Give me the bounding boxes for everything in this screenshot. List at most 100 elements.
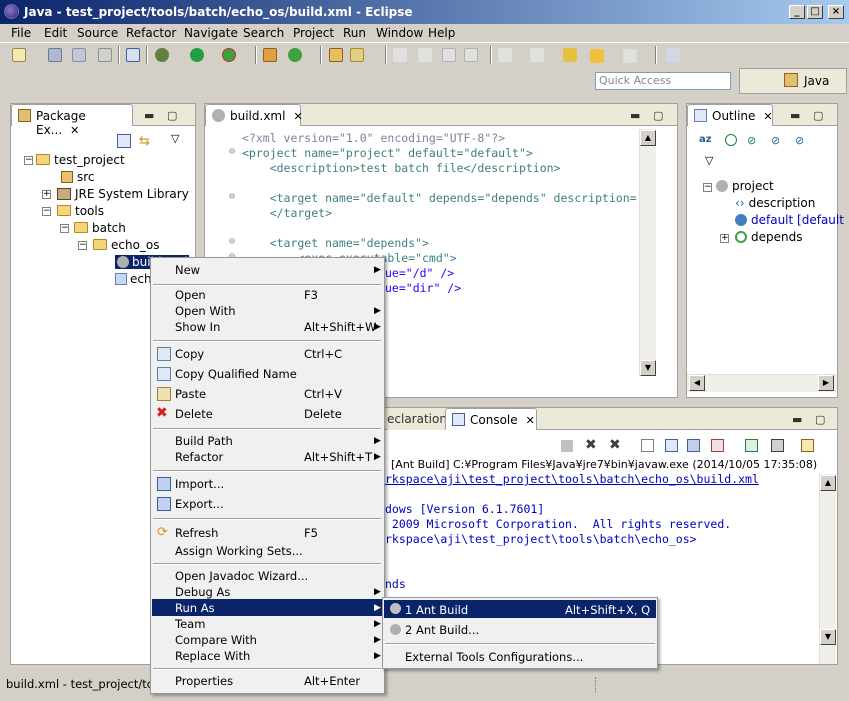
link-with-editor-icon[interactable]: ⇆ [139, 134, 150, 149]
last-edit-location-icon[interactable] [563, 48, 577, 62]
minimize-button[interactable]: _ [789, 5, 805, 19]
tree-item-batch[interactable]: batch [74, 221, 126, 235]
menu-source[interactable]: Source [77, 26, 118, 40]
close-icon[interactable]: ✕ [763, 110, 772, 123]
pin-console-icon[interactable] [745, 439, 758, 452]
new-java-class-icon[interactable] [288, 48, 302, 62]
outline-hscrollbar[interactable] [687, 374, 837, 392]
expander[interactable]: − [78, 241, 87, 250]
menu-run[interactable]: Run [343, 26, 366, 40]
editor-scrollbar[interactable] [639, 129, 656, 376]
word-wrap-icon[interactable] [464, 48, 478, 62]
run-icon[interactable] [190, 48, 204, 62]
view-menu-icon[interactable]: ▽ [171, 132, 179, 145]
scroll-up[interactable]: ▲ [640, 130, 656, 146]
next-annotation-icon[interactable] [498, 48, 512, 62]
minimize-icon[interactable]: ▬ [144, 109, 154, 122]
tree-item-echo-os[interactable]: echo_os [93, 238, 160, 252]
skip-breakpoints-icon[interactable] [126, 48, 140, 62]
code-line[interactable]: ue="/d" /> [385, 266, 454, 280]
code-line[interactable]: </target> [242, 206, 332, 220]
menu-refactor[interactable]: Refactor [126, 26, 176, 40]
expander[interactable]: − [703, 183, 712, 192]
minimize-icon[interactable]: ▬ [790, 109, 800, 122]
tab-build-xml[interactable]: build.xml ✕ [205, 104, 303, 126]
quick-access-input[interactable]: Quick Access [595, 72, 731, 90]
debug-icon[interactable] [155, 48, 169, 62]
hide-local-types-icon[interactable]: ⊘ [795, 134, 804, 147]
search-icon[interactable] [350, 48, 364, 62]
show-on-error-icon[interactable] [711, 439, 724, 452]
save-icon[interactable] [48, 48, 62, 62]
hide-static-icon[interactable]: ⊘ [747, 134, 756, 147]
outline-item-depends[interactable]: depends [735, 230, 802, 244]
expander[interactable]: + [42, 190, 51, 199]
show-on-output-icon[interactable] [687, 439, 700, 452]
tab-package-explorer[interactable]: Package Ex... ✕ [11, 104, 133, 137]
tree-item-jre-library[interactable]: JRE System Library [57, 187, 189, 201]
tab-console[interactable]: Console ✕ [445, 408, 537, 430]
menu-project[interactable]: Project [293, 26, 334, 40]
back-icon[interactable] [590, 49, 604, 63]
menu-window[interactable]: Window [376, 26, 423, 40]
tree-item-tools[interactable]: tools [57, 204, 104, 218]
display-console-icon[interactable] [771, 439, 784, 452]
remove-launch-icon[interactable]: ✖ [585, 437, 597, 453]
collapse-all-icon[interactable] [117, 134, 131, 148]
maximize-button[interactable]: □ [807, 5, 823, 19]
toggle-block-selection-icon[interactable] [418, 48, 432, 62]
close-button[interactable]: × [828, 5, 844, 19]
expander[interactable]: − [24, 156, 33, 165]
external-tools-icon[interactable] [222, 48, 236, 62]
code-line[interactable]: <description>test batch file</descriptio… [242, 161, 561, 175]
show-whitespace-icon[interactable] [442, 48, 456, 62]
outline-item-description[interactable]: ‹› description [735, 196, 815, 210]
code-line[interactable]: <target name="depends"> [242, 236, 429, 250]
clear-console-icon[interactable] [641, 439, 654, 452]
hide-fields-icon[interactable] [725, 134, 737, 146]
forward-icon[interactable] [623, 49, 637, 63]
code-line[interactable]: ue="dir" /> [385, 281, 461, 295]
menu-file[interactable]: File [11, 26, 31, 40]
sort-icon[interactable]: az [699, 134, 712, 145]
view-menu-icon[interactable]: ▽ [705, 154, 713, 167]
java-perspective-button[interactable]: Java [739, 68, 847, 94]
expander[interactable]: − [60, 224, 69, 233]
previous-annotation-icon[interactable] [530, 48, 544, 62]
open-type-icon[interactable] [329, 48, 343, 62]
scroll-down[interactable]: ▼ [820, 629, 836, 645]
tree-item-src[interactable]: src [61, 170, 95, 184]
tab-outline[interactable]: Outline ✕ [687, 104, 773, 126]
code-line[interactable]: <target name="default" depends="depends"… [242, 191, 638, 205]
scroll-up[interactable]: ▲ [820, 475, 836, 491]
close-icon[interactable]: ✕ [70, 124, 79, 137]
fold-icon[interactable]: ⊖ [229, 236, 235, 247]
maximize-icon[interactable]: ▢ [653, 109, 663, 122]
new-icon[interactable] [12, 48, 26, 62]
expander[interactable]: − [42, 207, 51, 216]
minimize-icon[interactable]: ▬ [630, 109, 640, 122]
code-line[interactable]: <?xml version="1.0" encoding="UTF-8"?> [242, 131, 505, 145]
tree-item-test-project[interactable]: test_project [36, 153, 125, 167]
maximize-icon[interactable]: ▢ [815, 413, 825, 426]
menu-edit[interactable]: Edit [44, 26, 67, 40]
hide-non-public-icon[interactable]: ⊘ [771, 134, 780, 147]
terminate-icon[interactable] [561, 440, 573, 452]
menu-search[interactable]: Search [243, 26, 284, 40]
remove-all-icon[interactable]: ✖ [609, 437, 621, 453]
code-line[interactable]: <project name="project" default="default… [242, 146, 533, 160]
fold-icon[interactable]: ⊖ [229, 146, 235, 157]
maximize-icon[interactable]: ▢ [167, 109, 177, 122]
console-line[interactable]: rkspace\aji\test_project\tools\batch\ech… [385, 472, 759, 486]
scroll-right[interactable]: ▶ [818, 375, 834, 391]
close-icon[interactable]: ✕ [526, 414, 535, 427]
menu-navigate[interactable]: Navigate [184, 26, 238, 40]
new-java-package-icon[interactable] [263, 48, 277, 62]
scroll-left[interactable]: ◀ [689, 375, 705, 391]
toggle-mark-occurrences-icon[interactable] [393, 48, 407, 62]
save-all-icon[interactable] [72, 48, 86, 62]
expander[interactable]: + [720, 234, 729, 243]
fold-icon[interactable]: ⊖ [229, 191, 235, 202]
outline-item-project[interactable]: project [716, 179, 774, 193]
maximize-icon[interactable]: ▢ [813, 109, 823, 122]
